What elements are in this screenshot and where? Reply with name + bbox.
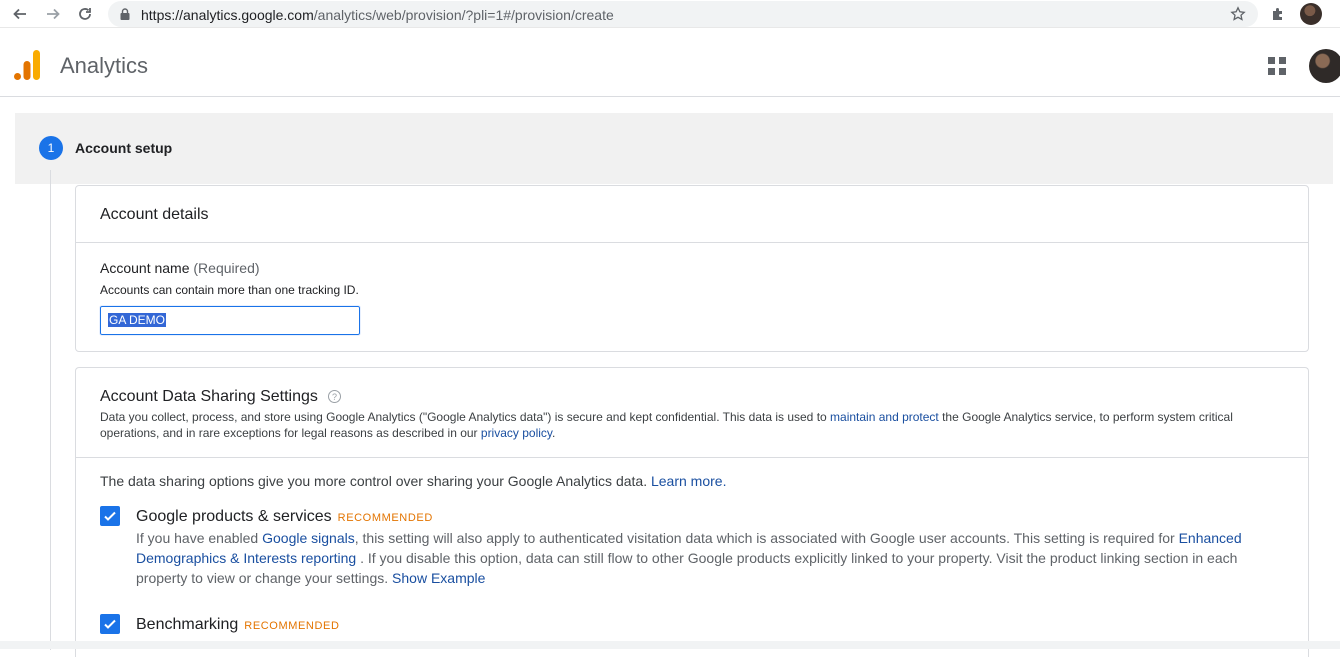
check-icon [104, 511, 116, 521]
apps-grid-icon[interactable] [1268, 57, 1286, 75]
sharing-intro-text: The data sharing options give you more c… [100, 473, 727, 489]
reload-icon[interactable] [74, 3, 96, 25]
browser-toolbar: https://analytics.google.com/analytics/w… [0, 0, 1340, 28]
step-number-badge: 1 [39, 136, 63, 160]
privacy-policy-link[interactable]: privacy policy [481, 426, 552, 440]
app-header: Analytics [0, 33, 1340, 97]
extensions-icon[interactable] [1270, 6, 1286, 22]
data-sharing-description: Data you collect, process, and store usi… [100, 410, 1233, 440]
recommended-badge: RECOMMENDED [337, 512, 433, 524]
help-icon[interactable]: ? [328, 390, 341, 403]
benchmarking-checkbox[interactable] [100, 614, 120, 634]
google-signals-link[interactable]: Google signals [262, 530, 355, 546]
account-name-label: Account name (Required) [100, 260, 260, 276]
step-connector-line [50, 170, 51, 650]
browser-profile-avatar[interactable] [1300, 3, 1322, 25]
data-sharing-card: Account Data Sharing Settings ? Data you… [75, 367, 1309, 657]
app-title: Analytics [60, 53, 149, 78]
viewport-bottom-edge [0, 641, 1340, 649]
address-bar[interactable]: https://analytics.google.com/analytics/w… [108, 1, 1258, 27]
check-icon [104, 619, 116, 629]
google-products-title: Google products & services RECOMMENDED [136, 508, 433, 525]
back-arrow-icon[interactable] [9, 3, 31, 25]
account-name-help: Accounts can contain more than one track… [100, 283, 359, 297]
maintain-protect-link[interactable]: maintain and protect [830, 410, 939, 424]
step-header[interactable]: 1 Account setup [15, 113, 1333, 184]
forward-arrow-icon[interactable] [42, 3, 64, 25]
bookmark-star-icon[interactable] [1230, 6, 1246, 22]
benchmarking-title: Benchmarking RECOMMENDED [136, 616, 340, 633]
account-avatar[interactable] [1309, 49, 1340, 83]
recommended-badge: RECOMMENDED [244, 620, 340, 632]
analytics-logo-icon [14, 50, 40, 80]
learn-more-link[interactable]: Learn more. [651, 473, 726, 489]
account-details-card: Account details Account name (Required) … [75, 185, 1309, 352]
google-products-description: If you have enabled Google signals, this… [136, 530, 1242, 586]
account-details-title: Account details [100, 206, 209, 223]
lock-icon [120, 8, 130, 20]
show-example-link[interactable]: Show Example [392, 570, 485, 586]
step-label: Account setup [75, 140, 173, 156]
url-text: https://analytics.google.com/analytics/w… [141, 7, 614, 23]
google-products-checkbox[interactable] [100, 506, 120, 526]
data-sharing-title: Account Data Sharing Settings [100, 388, 318, 405]
account-name-value: GA DEMO [108, 313, 167, 327]
